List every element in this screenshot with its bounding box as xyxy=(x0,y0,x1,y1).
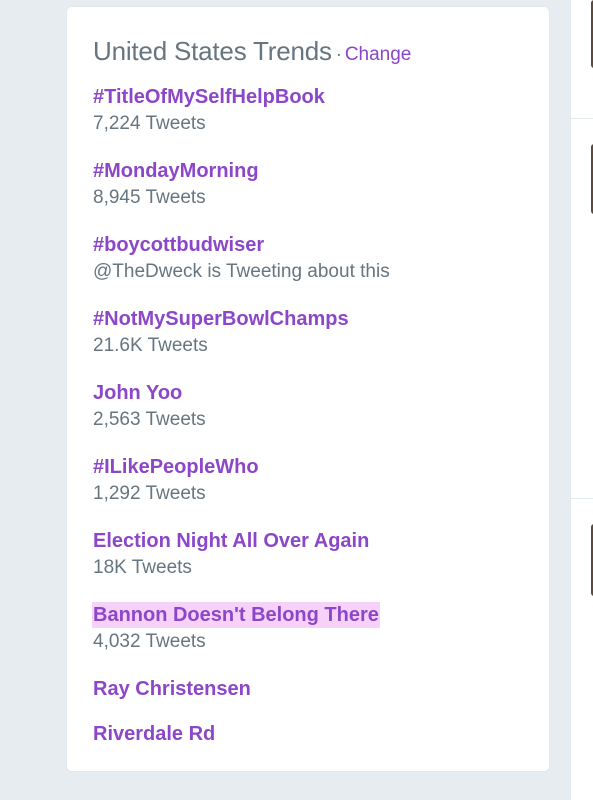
trends-header: United States Trends · Change xyxy=(93,36,411,67)
trend-item[interactable]: #MondayMorning 8,945 Tweets xyxy=(93,158,529,210)
trend-name[interactable]: Election Night All Over Again xyxy=(93,528,369,554)
trend-tweet-count: 8,945 Tweets xyxy=(93,187,206,208)
trend-name[interactable]: #TitleOfMySelfHelpBook xyxy=(93,84,325,110)
trend-item[interactable]: Riverdale Rd xyxy=(93,721,529,747)
trend-item[interactable]: Election Night All Over Again 18K Tweets xyxy=(93,528,529,580)
trend-name[interactable]: Bannon Doesn't Belong There xyxy=(92,602,380,628)
trend-name[interactable]: Ray Christensen xyxy=(93,676,251,702)
trends-title: United States Trends xyxy=(93,36,332,66)
trend-tweet-count: 18K Tweets xyxy=(93,557,192,578)
trend-name[interactable]: #boycottbudwiser xyxy=(93,232,264,258)
trends-separator: · xyxy=(335,44,342,64)
trend-tweet-count: 4,032 Tweets xyxy=(93,631,206,652)
trend-context: @TheDweck is Tweeting about this xyxy=(93,261,390,282)
trend-tweet-count: 21.6K Tweets xyxy=(93,335,208,356)
trend-name[interactable]: #NotMySuperBowlChamps xyxy=(93,306,349,332)
trend-item[interactable]: #boycottbudwiser @TheDweck is Tweeting a… xyxy=(93,232,529,284)
trend-item-highlighted[interactable]: Bannon Doesn't Belong There 4,032 Tweets xyxy=(92,602,529,654)
trend-tweet-count: 1,292 Tweets xyxy=(93,483,206,504)
trend-tweet-count: 2,563 Tweets xyxy=(93,409,206,430)
trend-tweet-count: 7,224 Tweets xyxy=(93,113,206,134)
trend-item[interactable]: Ray Christensen xyxy=(93,676,529,702)
trends-module: United States Trends · Change #TitleOfMySe… xyxy=(66,6,550,772)
divider xyxy=(571,118,593,119)
divider xyxy=(571,498,593,499)
trend-name[interactable]: #MondayMorning xyxy=(93,158,259,184)
trend-name[interactable]: Riverdale Rd xyxy=(93,721,215,747)
adjacent-column xyxy=(570,0,593,800)
trend-name[interactable]: John Yoo xyxy=(93,380,182,406)
trend-item[interactable]: #ILikePeopleWho 1,292 Tweets xyxy=(93,454,529,506)
trend-item[interactable]: #TitleOfMySelfHelpBook 7,224 Tweets xyxy=(93,84,529,136)
change-location-link[interactable]: Change xyxy=(345,44,412,65)
trend-item[interactable]: #NotMySuperBowlChamps 21.6K Tweets xyxy=(93,306,529,358)
trend-item[interactable]: John Yoo 2,563 Tweets xyxy=(93,380,529,432)
trend-name[interactable]: #ILikePeopleWho xyxy=(93,454,259,480)
